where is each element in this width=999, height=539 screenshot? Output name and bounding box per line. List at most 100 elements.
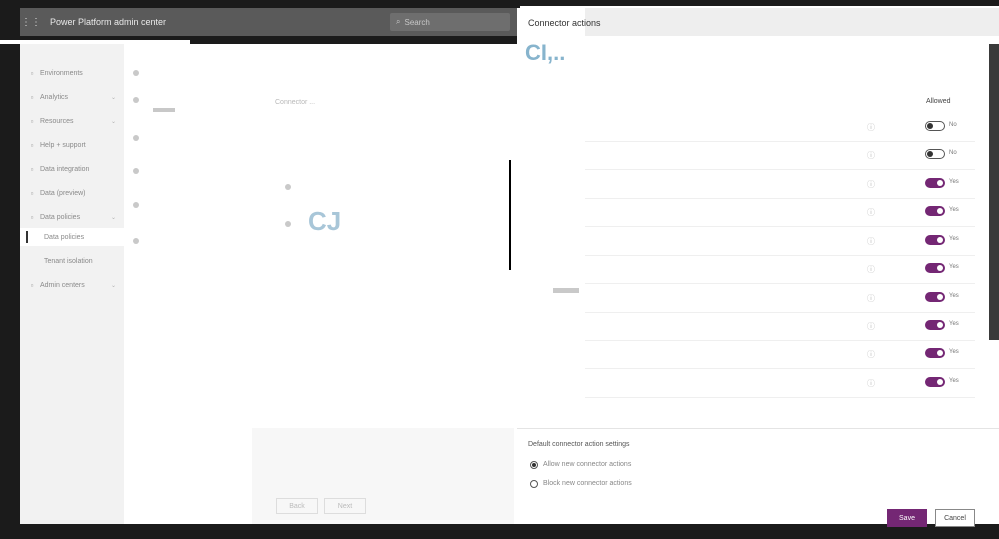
sidebar-item[interactable]: ▫ Resources ⌄ xyxy=(20,112,124,130)
toggle-knob xyxy=(937,180,943,186)
allowed-toggle[interactable] xyxy=(925,348,945,358)
sidebar-item-label: Resources xyxy=(40,117,74,125)
sidebar-item-label: Data integration xyxy=(40,165,90,173)
info-icon[interactable]: ⓘ xyxy=(867,122,875,133)
bullet xyxy=(133,238,139,244)
panel-subtitle: CI,.. xyxy=(525,40,566,65)
sidebar-item-label: Data policies xyxy=(40,213,81,221)
chart-icon: ▫ xyxy=(30,116,34,126)
sidebar-item-label: Data (preview) xyxy=(40,189,86,197)
bullet xyxy=(133,135,139,141)
allowed-toggle[interactable] xyxy=(925,377,945,387)
data-icon: ▫ xyxy=(30,164,34,174)
table-row: ⓘ Yes xyxy=(585,285,975,313)
allowed-toggle[interactable] xyxy=(925,320,945,330)
search-input[interactable]: Search xyxy=(404,18,429,27)
toggle-knob xyxy=(937,322,943,328)
table-row: ⓘ Yes xyxy=(585,313,975,341)
toggle-knob xyxy=(937,294,943,300)
toggle-label: No xyxy=(949,150,957,156)
data-icon: ▫ xyxy=(30,188,34,198)
allowed-toggle[interactable] xyxy=(925,292,945,302)
back-button[interactable]: Back xyxy=(276,498,318,514)
chevron-down-icon: ⌄ xyxy=(110,118,116,125)
allowed-toggle[interactable] xyxy=(925,206,945,216)
info-icon[interactable]: ⓘ xyxy=(867,264,875,275)
info-icon[interactable]: ⓘ xyxy=(867,179,875,190)
radio-block-label: Block new connector actions xyxy=(543,480,632,487)
info-icon[interactable]: ⓘ xyxy=(867,293,875,304)
cj-text: CJ xyxy=(308,206,342,236)
toggle-knob xyxy=(937,237,943,243)
toggle-knob xyxy=(937,208,943,214)
toggle-label: No xyxy=(949,122,957,128)
save-button[interactable]: Save xyxy=(887,509,927,527)
toggle-label: Yes xyxy=(949,264,959,270)
default-settings-title: Default connector action settings xyxy=(528,441,630,448)
chart-icon: ▫ xyxy=(30,92,34,102)
sidebar-item-label: Data policies xyxy=(44,233,85,241)
info-icon[interactable]: ⓘ xyxy=(867,236,875,247)
divider xyxy=(509,160,511,270)
info-icon[interactable]: ⓘ xyxy=(867,378,875,389)
table-row: ⓘ No xyxy=(585,114,975,142)
toggle-knob xyxy=(937,379,943,385)
info-icon[interactable]: ⓘ xyxy=(867,321,875,332)
sidebar-item[interactable]: ▫ Analytics ⌄ xyxy=(20,88,124,106)
table-row: ⓘ Yes xyxy=(585,370,975,398)
toggle-knob xyxy=(927,123,933,129)
allowed-toggle[interactable] xyxy=(925,149,945,159)
bullet xyxy=(133,168,139,174)
app-title: Power Platform admin center xyxy=(50,17,167,27)
panel-title: Connector actions xyxy=(528,18,601,28)
toggle-knob xyxy=(937,350,943,356)
sidebar-item[interactable]: ▫ Help + support xyxy=(20,136,124,154)
toggle-label: Yes xyxy=(949,321,959,327)
sidebar-item[interactable]: ▫ Environments xyxy=(20,64,124,82)
cancel-button[interactable]: Cancel xyxy=(935,509,975,527)
search-box[interactable]: ⌕ Search xyxy=(390,13,510,31)
allowed-toggle[interactable] xyxy=(925,235,945,245)
sidebar-item[interactable]: ▫ Data policies ⌄ xyxy=(20,208,124,226)
info-icon[interactable]: ⓘ xyxy=(867,150,875,161)
chevron-down-icon: ⌄ xyxy=(110,214,116,221)
globe-icon: ▫ xyxy=(30,68,34,78)
bulb-icon: ▫ xyxy=(30,140,34,150)
blurred-text: Connector ... xyxy=(275,99,316,106)
radio-allow[interactable] xyxy=(530,461,538,469)
bullet xyxy=(285,221,291,227)
toggle-knob xyxy=(937,265,943,271)
table-row: ⓘ Yes xyxy=(585,341,975,369)
next-button[interactable]: Next xyxy=(324,498,366,514)
sidebar-item[interactable]: Tenant isolation xyxy=(20,252,124,270)
toggle-label: Yes xyxy=(949,378,959,384)
divider xyxy=(989,340,999,342)
bullet xyxy=(133,97,139,103)
info-icon[interactable]: ⓘ xyxy=(867,207,875,218)
allowed-column-header: Allowed xyxy=(926,98,951,105)
sidebar-item[interactable]: Data policies xyxy=(20,228,124,246)
radio-block[interactable] xyxy=(530,480,538,488)
allowed-toggle[interactable] xyxy=(925,178,945,188)
toggle-knob xyxy=(927,151,933,157)
info-icon[interactable]: ⓘ xyxy=(867,349,875,360)
sidebar-item[interactable]: ▫ Data integration xyxy=(20,160,124,178)
default-settings: Default connector action settings Allow … xyxy=(517,428,999,527)
sidebar-item[interactable]: ▫ Data (preview) xyxy=(20,184,124,202)
toggle-label: Yes xyxy=(949,349,959,355)
sidebar-item[interactable]: ▫ Admin centers ⌄ xyxy=(20,276,124,294)
screen: ⋮⋮ Power Platform admin center ⌕ Search … xyxy=(0,0,999,539)
table-row: ⓘ No xyxy=(585,142,975,170)
chevron-down-icon: ⌄ xyxy=(110,94,116,101)
table-row: ⓘ Yes xyxy=(585,228,975,256)
allowed-toggle[interactable] xyxy=(925,121,945,131)
toggle-label: Yes xyxy=(949,179,959,185)
waffle-icon[interactable]: ⋮⋮ xyxy=(20,17,42,28)
allowed-toggle[interactable] xyxy=(925,263,945,273)
chevron-down-icon: ⌄ xyxy=(110,282,116,289)
sidebar-item-label: Admin centers xyxy=(40,281,85,289)
bullet xyxy=(285,184,291,190)
table-row: ⓘ Yes xyxy=(585,199,975,227)
toggle-label: Yes xyxy=(949,207,959,213)
table-row: ⓘ Yes xyxy=(585,171,975,199)
